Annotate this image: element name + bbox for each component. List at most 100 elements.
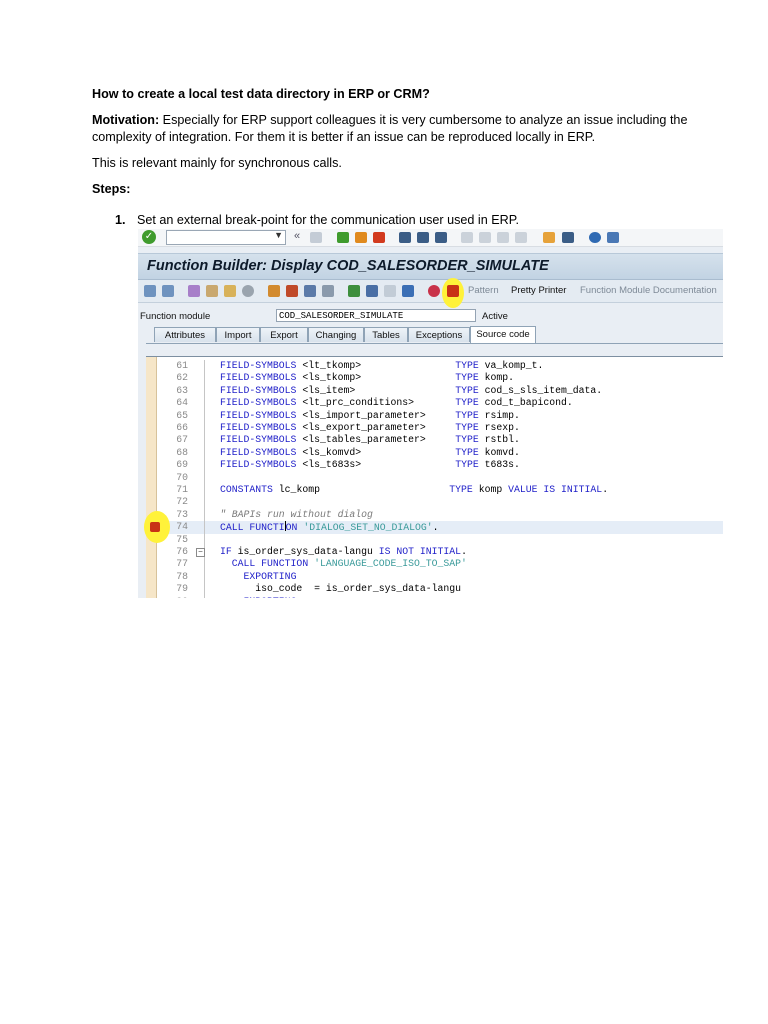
code-identifier: komp: [472, 484, 509, 495]
exit-icon[interactable]: [355, 232, 367, 243]
print-icon[interactable]: [399, 232, 411, 243]
function-module-field[interactable]: COD_SALESORDER_SIMULATE: [276, 309, 476, 322]
shortcut-icon[interactable]: [562, 232, 574, 243]
code-line[interactable]: 76− IF is_order_sys_data-langu IS NOT INI…: [146, 546, 723, 559]
code-keyword: FIELD-SYMBOLS: [220, 397, 297, 409]
code-keyword: FIELD-SYMBOLS: [220, 422, 297, 433]
last-page-icon[interactable]: [515, 232, 527, 243]
tab-changing[interactable]: Changing: [308, 327, 364, 342]
line-separator: [204, 558, 205, 571]
display-change-icon[interactable]: [188, 285, 200, 297]
first-page-icon[interactable]: [461, 232, 473, 243]
code-keyword: FIELD-SYMBOLS: [220, 360, 297, 371]
back-icon[interactable]: [337, 232, 349, 243]
line-number: 67: [176, 434, 188, 446]
code-line[interactable]: 64 FIELD-SYMBOLS <lt_prc_conditions> TYPE…: [146, 397, 723, 410]
line-separator: [204, 570, 205, 584]
code-keyword: IF: [220, 546, 232, 557]
code-line[interactable]: 75: [146, 533, 723, 546]
check-icon[interactable]: ✓: [142, 230, 156, 244]
new-session-icon[interactable]: [543, 232, 555, 243]
fold-toggle-icon[interactable]: −: [196, 548, 205, 557]
breakpoint-icon[interactable]: [150, 522, 160, 533]
code-identifier: <ls_komvd>: [296, 446, 456, 458]
info-system-icon[interactable]: [366, 285, 378, 297]
cancel-icon[interactable]: [373, 232, 385, 243]
activate-icon[interactable]: [242, 285, 254, 297]
line-separator: [204, 508, 205, 522]
code-identifier: <ls_tkomp>: [296, 372, 456, 384]
code-line[interactable]: 62 FIELD-SYMBOLS <ls_tkomp> TYPE komp.: [146, 372, 723, 385]
function-module-label: Function module: [140, 311, 211, 322]
other-object-icon[interactable]: [206, 285, 218, 297]
test-icon[interactable]: [286, 285, 298, 297]
next-page-icon[interactable]: [497, 232, 509, 243]
tab-attributes[interactable]: Attributes: [154, 327, 216, 342]
previous-page-icon[interactable]: [479, 232, 491, 243]
code-line[interactable]: 66 FIELD-SYMBOLS <ls_export_parameter> TY…: [146, 422, 723, 435]
frame-icon[interactable]: [384, 285, 396, 297]
session-breakpoint-icon[interactable]: [428, 285, 440, 297]
info-icon[interactable]: [402, 285, 414, 297]
code-identifier: iso_code = is_order_sys_data-langu: [255, 583, 462, 595]
help-icon[interactable]: [589, 232, 601, 243]
forward-arrow-icon[interactable]: [162, 285, 174, 297]
code-keyword: TYPE: [455, 384, 479, 396]
code-identifier: <ls_import_parameter>: [296, 409, 456, 421]
code-line[interactable]: 67 FIELD-SYMBOLS <ls_tables_parameter> TY…: [146, 434, 723, 447]
step-text: Set an external break-point for the comm…: [137, 213, 519, 227]
pretty-printer-button[interactable]: Pretty Printer: [511, 285, 566, 296]
code-identifier: komp.: [478, 372, 514, 384]
code-text: CALL FUNCTION 'LANGUAGE_CODE_ISO_TO_SAP': [220, 558, 467, 570]
code-keyword: ON: [285, 522, 298, 534]
code-line[interactable]: 68 FIELD-SYMBOLS <ls_komvd> TYPE komvd.: [146, 446, 723, 460]
fm-documentation-button[interactable]: Function Module Documentation: [580, 285, 717, 296]
code-keyword: TYPE: [449, 484, 473, 495]
code-line[interactable]: 69 FIELD-SYMBOLS <ls_t683s> TYPE t683s.: [146, 459, 723, 472]
code-line[interactable]: 63 FIELD-SYMBOLS <ls_item> TYPE cod_s_sls…: [146, 384, 723, 398]
tab-exceptions[interactable]: Exceptions: [408, 327, 470, 342]
code-line[interactable]: 72: [146, 496, 723, 509]
code-line[interactable]: 70: [146, 471, 723, 484]
source-code-editor[interactable]: 61 FIELD-SYMBOLS <lt_tkomp> TYPE va_komp_…: [144, 356, 723, 598]
customize-layout-icon[interactable]: [607, 232, 619, 243]
code-line[interactable]: 78 EXPORTING: [146, 570, 723, 584]
code-line[interactable]: 71 CONSTANTS lc_komp TYPE komp VALUE IS I…: [146, 484, 723, 497]
code-line[interactable]: 74 CALL FUNCTION 'DIALOG_SET_NO_DIALOG'.: [144, 511, 723, 544]
check-syntax-icon[interactable]: [224, 285, 236, 297]
code-keyword: CALL FUNCTI: [220, 522, 285, 534]
pattern-button[interactable]: Pattern: [468, 285, 499, 296]
code-text: IF is_order_sys_data-langu IS NOT INITIA…: [220, 546, 467, 558]
motivation-paragraph: Motivation: Especially for ERP support c…: [92, 112, 712, 146]
tab-tables[interactable]: Tables: [364, 327, 408, 342]
display-object-list-icon[interactable]: [304, 285, 316, 297]
tab-export[interactable]: Export: [260, 327, 308, 342]
find-icon[interactable]: [417, 232, 429, 243]
save-icon[interactable]: [310, 232, 322, 243]
code-identifier: is_order_sys_data-langu: [231, 546, 379, 557]
code-line[interactable]: 79 iso_code = is_order_sys_data-langu: [146, 583, 723, 596]
command-field[interactable]: ▼: [166, 230, 286, 245]
tab-source-code[interactable]: Source code: [470, 326, 536, 343]
code-identifier: va_komp_t.: [478, 360, 544, 371]
chevron-down-icon[interactable]: ▼: [274, 230, 283, 240]
line-separator: [204, 459, 205, 472]
external-breakpoint-icon[interactable]: [447, 285, 459, 297]
hierarchy-icon[interactable]: [348, 285, 360, 297]
code-line[interactable]: 65 FIELD-SYMBOLS <ls_import_parameter> TY…: [146, 409, 723, 422]
code-line[interactable]: 73 " BAPIs run without dialog: [146, 508, 723, 522]
tab-import[interactable]: Import: [216, 327, 260, 342]
line-separator: [204, 360, 205, 373]
find-next-icon[interactable]: [435, 232, 447, 243]
where-used-icon[interactable]: [268, 285, 280, 297]
navigation-window-icon[interactable]: [322, 285, 334, 297]
back-arrow-icon[interactable]: [144, 285, 156, 297]
code-line[interactable]: 61 FIELD-SYMBOLS <lt_tkomp> TYPE va_komp_…: [146, 360, 723, 373]
code-line[interactable]: 80 IMPORTING: [146, 595, 723, 598]
code-text: IMPORTING: [220, 596, 297, 598]
line-separator: [204, 446, 205, 460]
code-identifier: cod_t_bapicond.: [478, 397, 573, 409]
line-number: 77: [176, 558, 188, 570]
double-chevron-left-icon[interactable]: «: [294, 230, 300, 242]
code-line[interactable]: 77 CALL FUNCTION 'LANGUAGE_CODE_ISO_TO_S…: [146, 558, 723, 571]
